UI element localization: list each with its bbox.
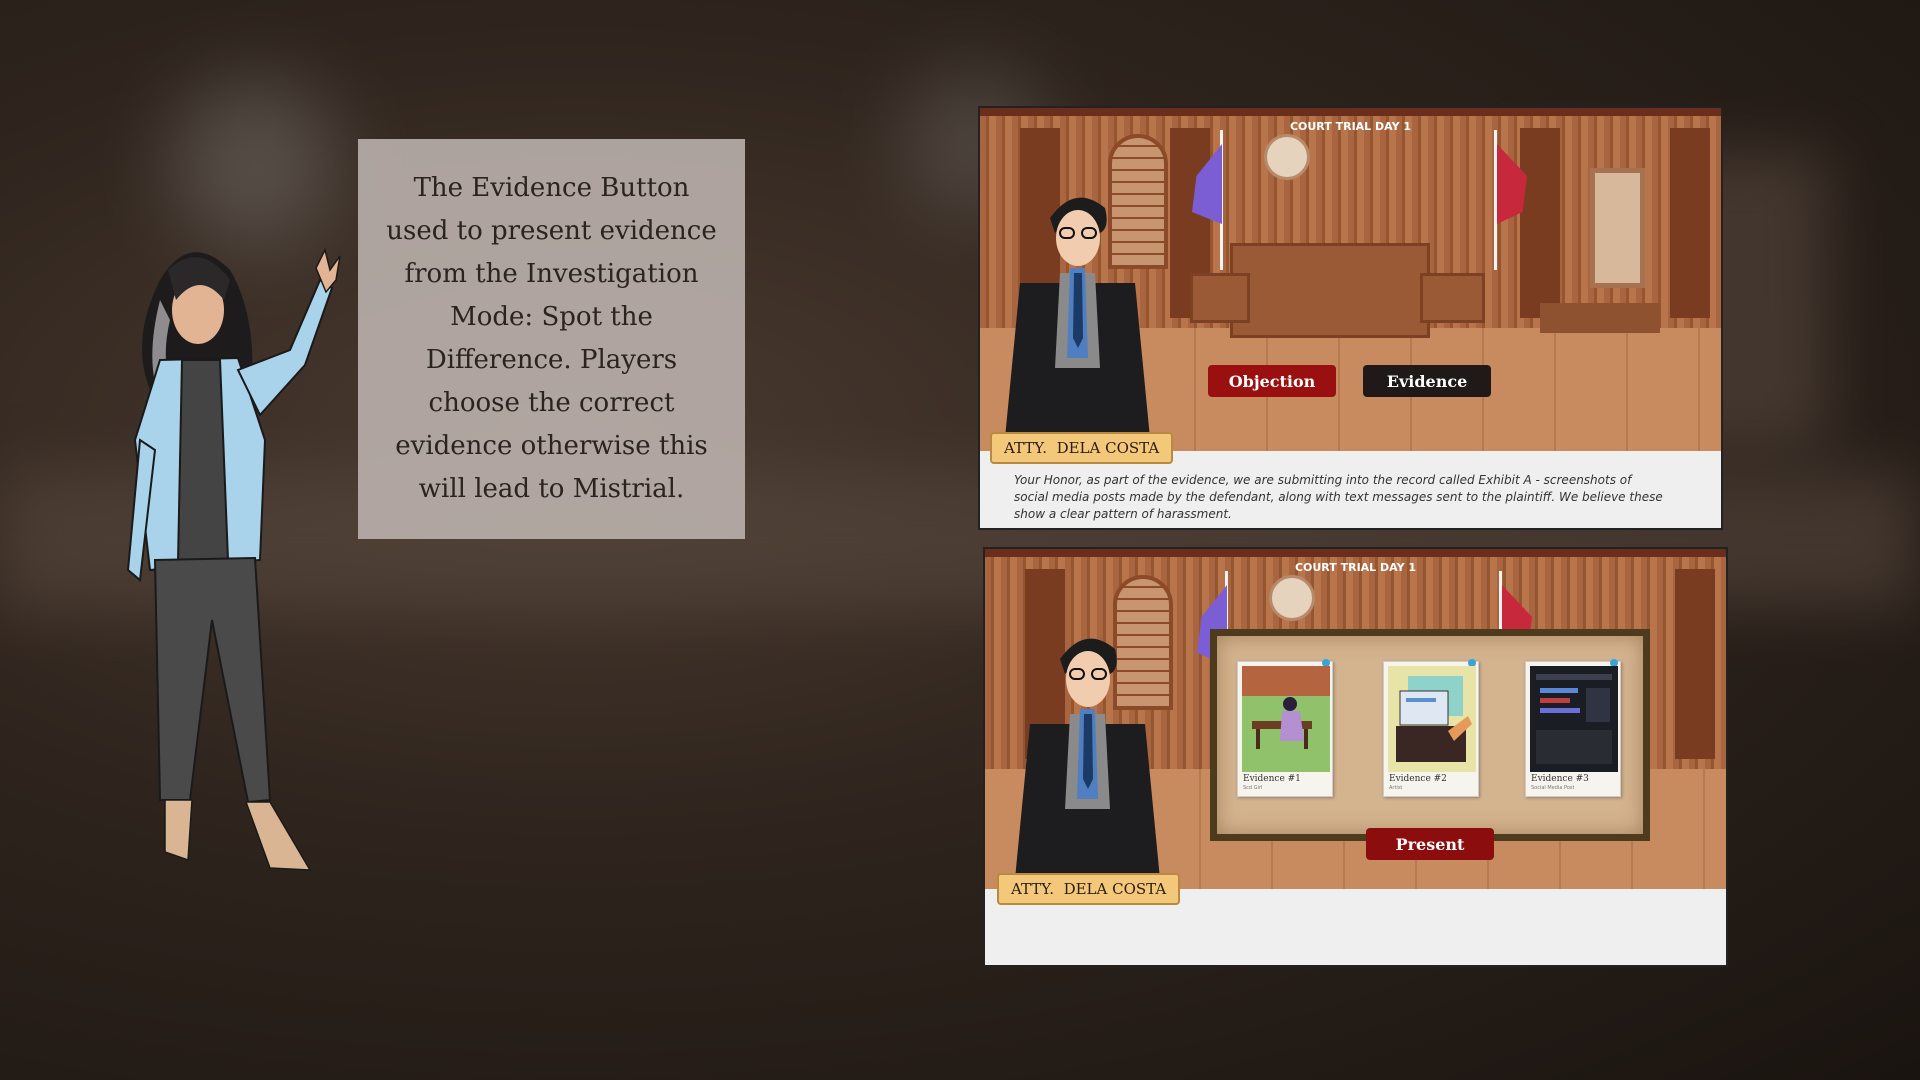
evidence-board: Evidence #1 Scd Girl Evidence #2 Artist (1210, 629, 1650, 841)
attorney-character (1005, 197, 1150, 438)
scales-seal-icon (1269, 575, 1315, 621)
attorney-character (1015, 638, 1160, 879)
screenshot-trial-dialogue: COURT TRIAL DAY 1 Objection Evidence ATT… (980, 108, 1721, 528)
evidence-button[interactable]: Evidence (1363, 365, 1491, 397)
evidence-label: Evidence #1 (1243, 774, 1301, 784)
pillar (1670, 128, 1710, 318)
present-button[interactable]: Present (1366, 828, 1494, 860)
evidence-card-3[interactable]: Evidence #3 Social Media Post (1525, 659, 1621, 797)
girl-on-bench-icon (1242, 666, 1330, 772)
evidence-label: Evidence #2 (1389, 774, 1447, 784)
speaker-nameplate: ATTY. DELA COSTA (990, 432, 1174, 464)
side-bench (1420, 273, 1485, 323)
info-card: The Evidence Button used to present evid… (358, 139, 745, 539)
evidence-sub: Social Media Post (1531, 785, 1575, 791)
top-bar (980, 108, 1721, 116)
top-bar (985, 549, 1726, 557)
background-blur-light (170, 80, 340, 250)
pillar (1675, 569, 1715, 759)
counsel-table (1540, 303, 1660, 333)
scene-title: COURT TRIAL DAY 1 (1289, 120, 1412, 133)
computer-screen-icon (1388, 666, 1476, 772)
dialogue-text: Your Honor, as part of the evidence, we … (1014, 473, 1663, 521)
scales-seal-icon (1264, 134, 1310, 180)
pillar (1520, 128, 1560, 318)
courtroom-door (1590, 168, 1645, 288)
judge-bench (1230, 243, 1430, 338)
objection-button[interactable]: Objection (1208, 365, 1336, 397)
courtroom-scene: COURT TRIAL DAY 1 Evidence #1 Scd Girl E… (985, 549, 1726, 889)
courtroom-scene: COURT TRIAL DAY 1 Objection Evidence (980, 108, 1721, 451)
screenshot-evidence-selection: COURT TRIAL DAY 1 Evidence #1 Scd Girl E… (985, 549, 1726, 965)
side-bench (1190, 273, 1250, 323)
presenter-character (126, 247, 341, 871)
evidence-sub: Artist (1389, 785, 1403, 791)
evidence-card-2[interactable]: Evidence #2 Artist (1383, 659, 1479, 797)
evidence-label: Evidence #3 (1531, 774, 1589, 784)
social-media-post-icon (1530, 666, 1618, 772)
info-text: The Evidence Button used to present evid… (386, 173, 717, 504)
scene-title: COURT TRIAL DAY 1 (1294, 561, 1417, 574)
speaker-nameplate: ATTY. DELA COSTA (997, 873, 1181, 905)
evidence-card-1[interactable]: Evidence #1 Scd Girl (1237, 659, 1333, 797)
flag-pole (1494, 130, 1497, 270)
evidence-sub: Scd Girl (1243, 785, 1263, 791)
